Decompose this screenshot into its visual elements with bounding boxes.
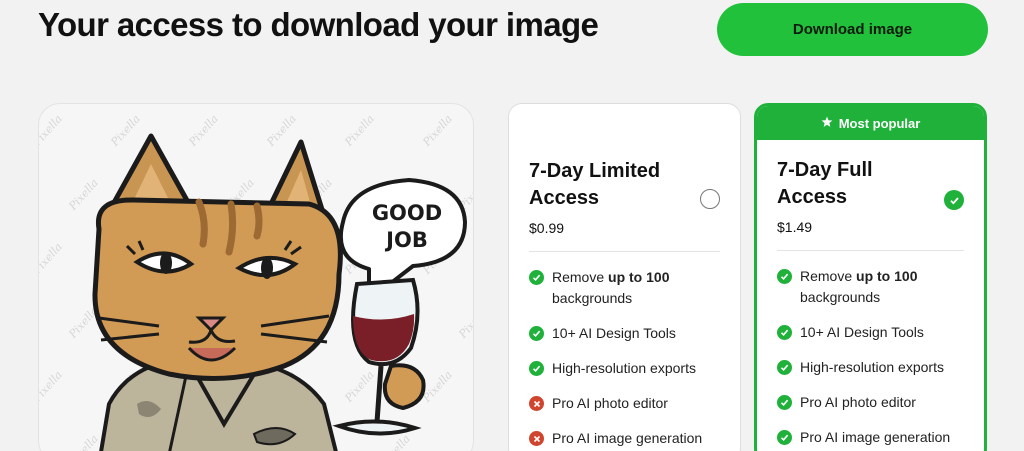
feature-item: Pro AI photo editor [529, 393, 720, 414]
cat-illustration: GOOD JOB [92, 133, 467, 451]
plan-name: 7-Day Limited Access [529, 160, 661, 209]
badge-label: Most popular [838, 115, 921, 131]
feature-label: 10+ AI Design Tools [800, 324, 924, 340]
feature-label: Remove up to 100 backgrounds [552, 269, 670, 306]
feature-label: Pro AI photo editor [552, 395, 668, 411]
plan-card-full[interactable]: Most popular 7-Day Full Access $1.49 Rem… [754, 103, 987, 451]
speech-bubble-line-2: JOB [384, 228, 428, 252]
check-circle-icon [777, 269, 792, 284]
plan-price: $0.99 [529, 220, 565, 236]
image-preview: Pixella Pixella Pixella Pixella Pixella Pixel… [38, 103, 474, 451]
feature-label: Pro AI image generation [552, 430, 703, 446]
feature-item: Pro AI image generation [529, 428, 720, 449]
page-title: Your access to download your image [38, 6, 599, 43]
star-icon [821, 116, 833, 131]
feature-item: Remove up to 100 backgrounds [529, 267, 720, 309]
check-circle-icon [777, 360, 792, 375]
feature-label: High-resolution exports [552, 360, 696, 376]
check-circle-icon [529, 326, 544, 341]
most-popular-badge: Most popular [757, 106, 984, 140]
feature-item: High-resolution exports [529, 358, 720, 379]
feature-label: High-resolution exports [800, 359, 944, 375]
check-circle-icon [777, 325, 792, 340]
x-circle-icon [529, 431, 544, 446]
speech-bubble-line-1: GOOD [372, 201, 442, 225]
check-circle-icon [529, 361, 544, 376]
feature-label: Remove up to 100 backgrounds [800, 268, 918, 305]
feature-label: 10+ AI Design Tools [552, 325, 676, 341]
feature-label: Pro AI photo editor [800, 394, 916, 410]
feature-item: High-resolution exports [777, 357, 964, 378]
x-circle-icon [529, 396, 544, 411]
feature-item: 10+ AI Design Tools [529, 323, 720, 344]
feature-item: Remove up to 100 backgrounds [777, 266, 964, 308]
plan-name: 7-Day Full Access [777, 159, 873, 208]
check-circle-icon [777, 430, 792, 445]
feature-item: Pro AI image generation [777, 427, 964, 448]
plan-price: $1.49 [777, 219, 813, 235]
feature-item: Pro AI photo editor [777, 392, 964, 413]
plan-card-limited[interactable]: 7-Day Limited Access $0.99 Remove up to … [508, 103, 741, 451]
download-image-button[interactable]: Download image [717, 3, 988, 56]
divider [777, 250, 964, 251]
feature-list: Remove up to 100 backgrounds 10+ AI Desi… [777, 266, 964, 448]
feature-label: Pro AI image generation [800, 429, 951, 445]
check-circle-icon [529, 270, 544, 285]
feature-list: Remove up to 100 backgrounds 10+ AI Desi… [529, 267, 720, 449]
feature-item: 10+ AI Design Tools [777, 322, 964, 343]
check-circle-icon [777, 395, 792, 410]
divider [529, 251, 720, 252]
